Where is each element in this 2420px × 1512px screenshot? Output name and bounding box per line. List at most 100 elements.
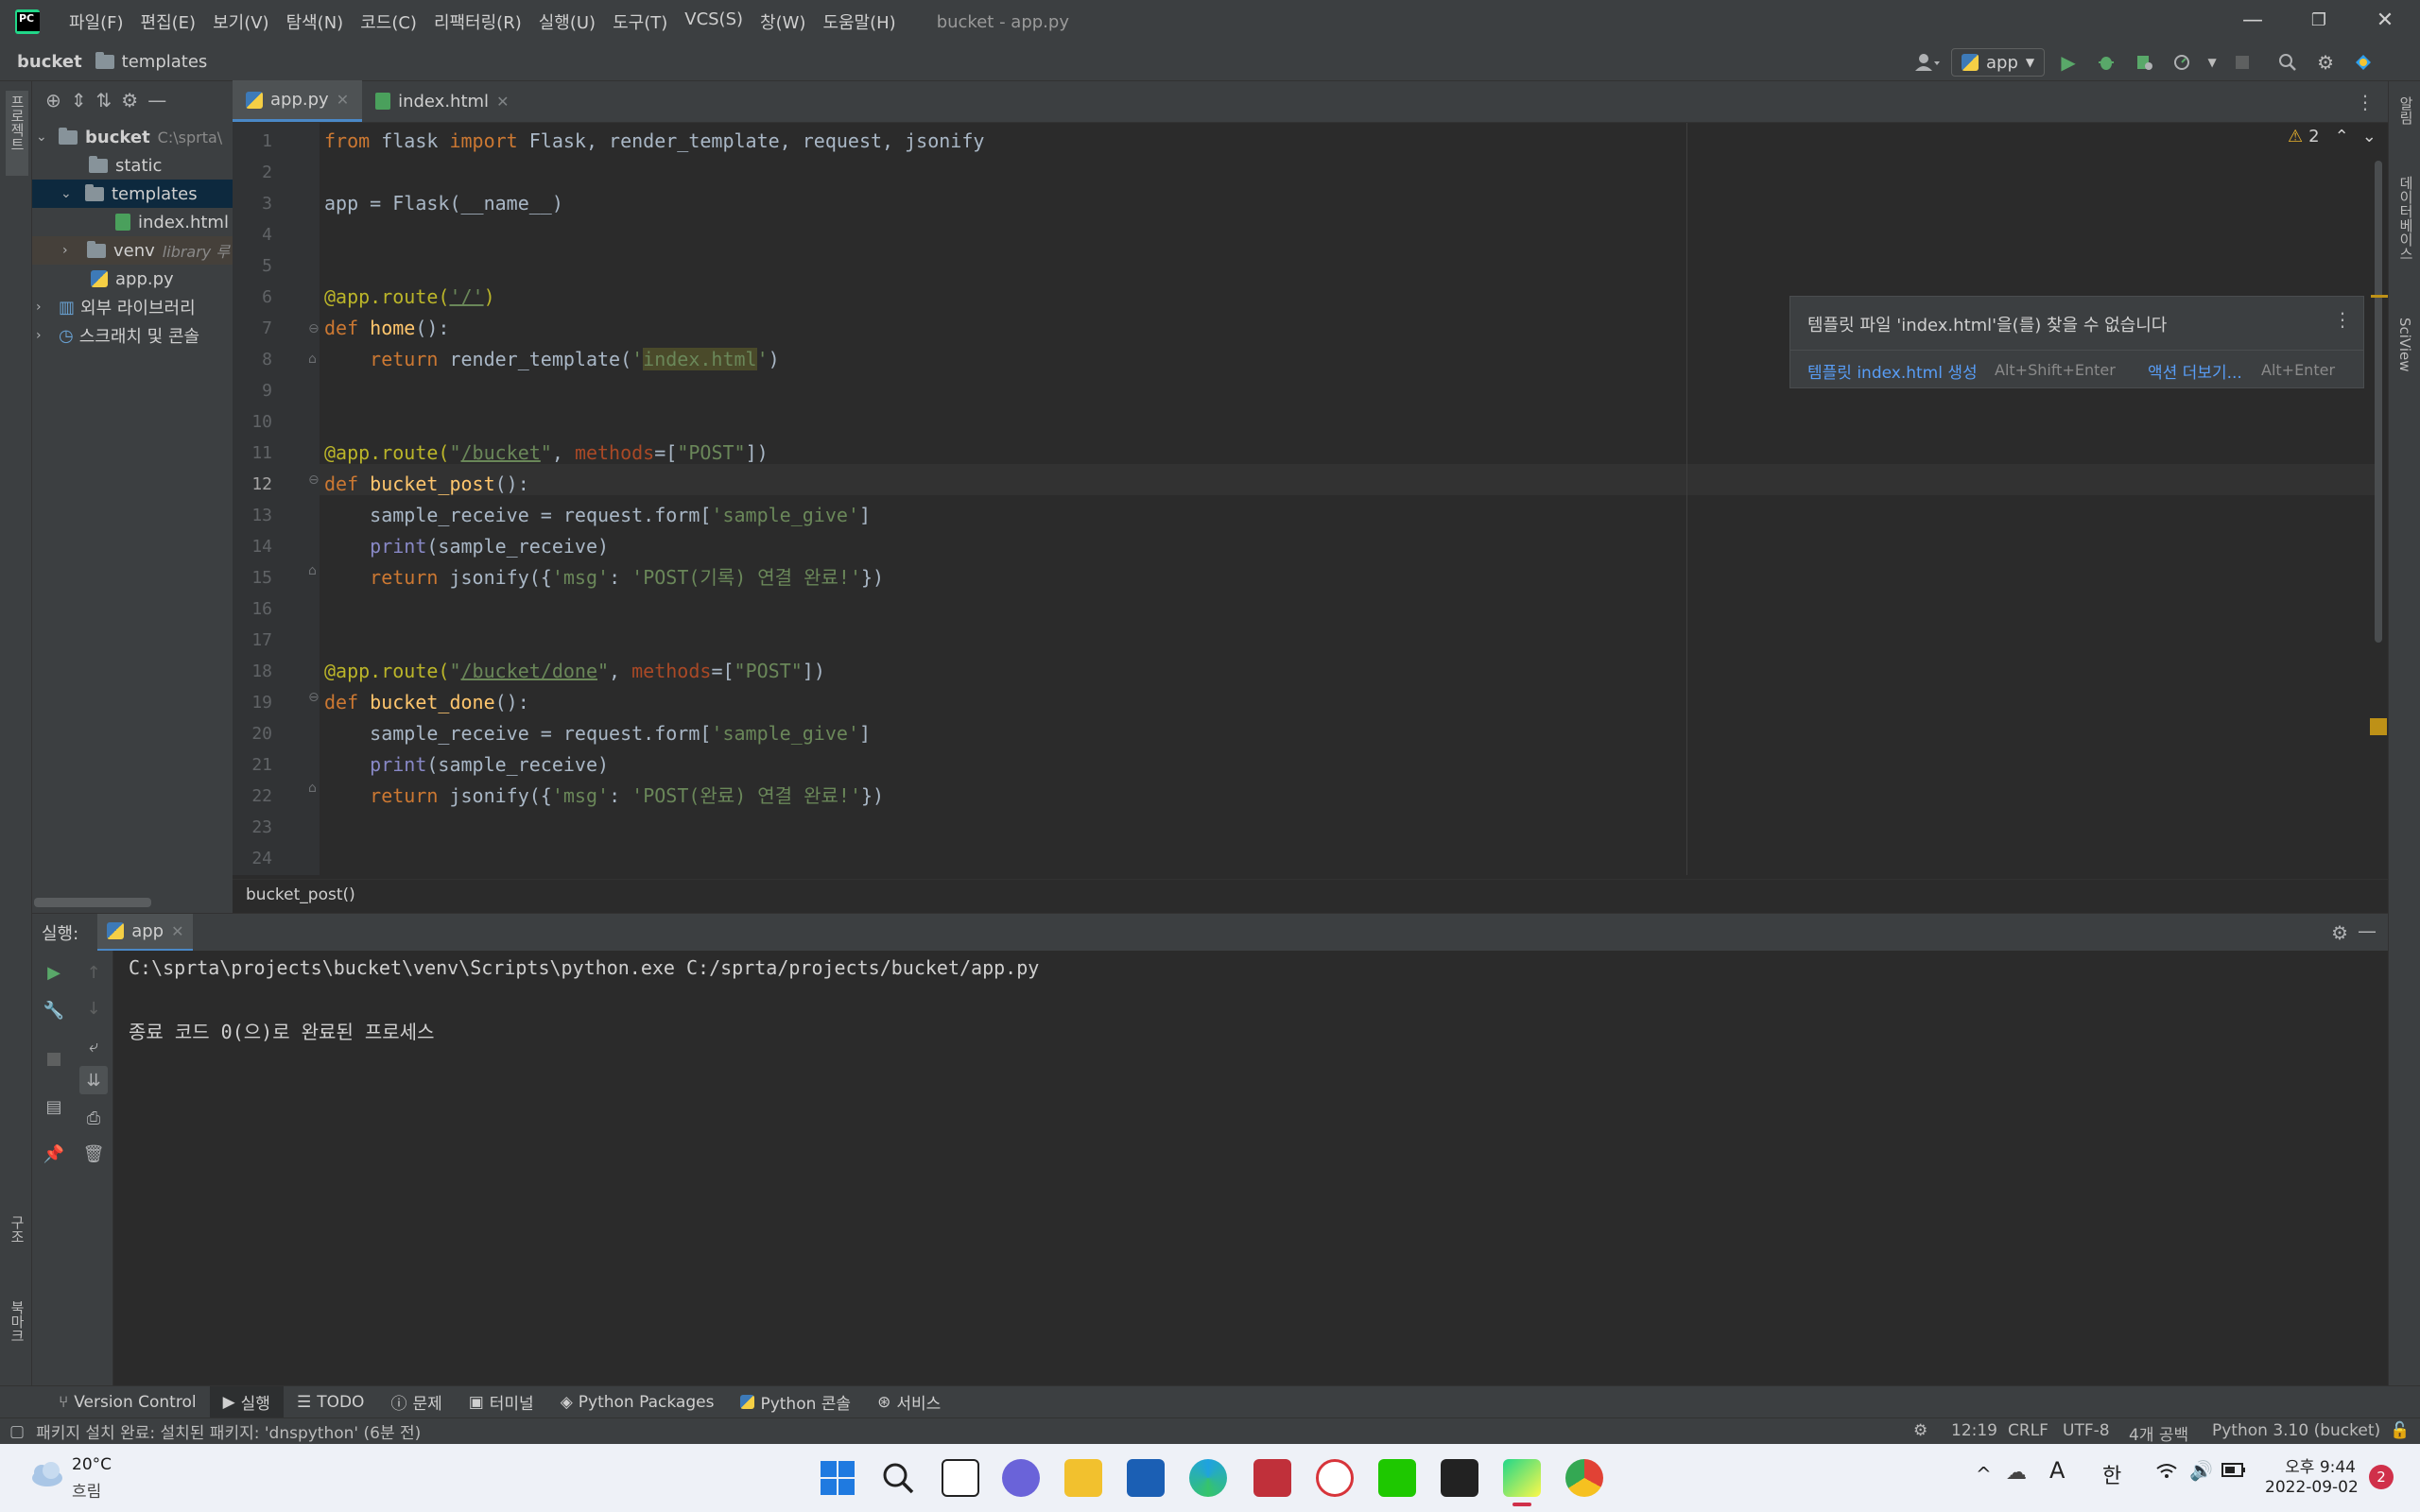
volume-icon[interactable]: 🔊 — [2189, 1459, 2213, 1482]
fold-marker-icon[interactable]: ⊖ — [308, 690, 320, 705]
tree-item-bucket[interactable]: ⌄ bucket C:\sprta\ — [36, 123, 233, 151]
git-settings-icon[interactable]: ⚙ — [1913, 1421, 1927, 1440]
run-config-selector[interactable]: app ▼ — [1951, 48, 2046, 77]
tab-app-py[interactable]: app.py ✕ — [233, 80, 363, 122]
tab-terminal[interactable]: ▣ 터미널 — [456, 1386, 547, 1418]
more-tabs-icon[interactable]: ⋮ — [2356, 91, 2375, 113]
tab-todo[interactable]: ☰ TODO — [284, 1386, 378, 1418]
tab-python-console[interactable]: Python 콘솔 — [727, 1386, 864, 1418]
status-message[interactable]: 패키지 설치 완료: 설치된 패키지: 'dnspython' (6분 전) — [36, 1419, 421, 1443]
lock-icon[interactable]: 🔓 — [2390, 1421, 2410, 1440]
gear-icon[interactable]: ⚙ — [2311, 48, 2340, 77]
python-interpreter[interactable]: Python 3.10 (bucket) — [2212, 1421, 2380, 1440]
unresolved-reference[interactable]: index.html — [643, 348, 757, 370]
close-icon[interactable]: ✕ — [171, 922, 183, 940]
tree-item-static[interactable]: static — [89, 151, 162, 180]
toggle-tool-windows-icon[interactable]: ▢ — [9, 1422, 25, 1441]
line-separator[interactable]: CRLF — [2008, 1421, 2048, 1440]
menu-file[interactable]: 파일(F) — [60, 9, 132, 34]
font-icon[interactable]: A — [2049, 1457, 2065, 1484]
sync-app-icon[interactable] — [1316, 1459, 1354, 1497]
coverage-icon[interactable] — [2130, 48, 2158, 77]
weather-temperature[interactable]: 20°C — [72, 1455, 112, 1474]
clock-time[interactable]: 오후 9:44 — [2280, 1453, 2356, 1477]
tree-item-venv[interactable]: › venv library 루 — [32, 236, 233, 265]
more-options-icon[interactable]: ⋮ — [2333, 308, 2352, 331]
breadcrumb-function[interactable]: bucket_post() — [246, 885, 355, 904]
pin-icon[interactable]: 📌 — [40, 1140, 68, 1168]
horizontal-scrollbar[interactable] — [34, 898, 151, 907]
tab-services[interactable]: ⊛ 서비스 — [864, 1386, 954, 1418]
indent-setting[interactable]: 4개 공백 — [2129, 1421, 2188, 1445]
menu-navigate[interactable]: 탐색(N) — [278, 9, 353, 34]
chevron-up-icon[interactable]: ^ — [1976, 1463, 1992, 1486]
fold-marker-icon[interactable]: ⌂ — [308, 352, 317, 367]
scroll-to-end-icon[interactable]: ⇊ — [79, 1066, 108, 1094]
tab-index-html[interactable]: index.html ✕ — [362, 80, 522, 122]
sciview-tool-button[interactable]: SciView — [2396, 318, 2413, 372]
gear-icon[interactable]: ⚙ — [2331, 921, 2348, 944]
menu-tools[interactable]: 도구(T) — [604, 9, 676, 34]
tab-run[interactable]: ▶ 실행 — [209, 1385, 284, 1418]
fold-marker-icon[interactable]: ⊖ — [308, 321, 320, 336]
ime-indicator[interactable]: 한 — [2102, 1459, 2121, 1489]
vertical-scrollbar[interactable] — [2375, 161, 2382, 643]
minimize-button[interactable]: — — [2221, 0, 2284, 43]
run-icon[interactable]: ▶ — [2054, 48, 2083, 77]
error-stripe-marker[interactable] — [2371, 295, 2388, 298]
menu-help[interactable]: 도움말(H) — [814, 9, 904, 34]
print-icon[interactable]: ⎙ — [79, 1104, 108, 1132]
hide-panel-icon[interactable]: — — [2358, 919, 2377, 942]
soft-wrap-icon[interactable]: ⤶ — [79, 1032, 108, 1060]
tab-problems[interactable]: ⓘ 문제 — [377, 1386, 455, 1418]
inspection-widget[interactable]: ⚠ 2 ⌃ ⌄ — [2288, 127, 2377, 146]
naver-icon[interactable] — [1378, 1459, 1416, 1497]
menu-code[interactable]: 코드(C) — [352, 9, 425, 34]
fold-marker-icon[interactable]: ⌂ — [308, 781, 317, 796]
tree-item-app-py[interactable]: app.py — [91, 265, 174, 293]
menu-refactor[interactable]: 리팩터링(R) — [425, 9, 530, 34]
chrome-icon[interactable] — [1565, 1459, 1603, 1497]
windows-start-icon[interactable] — [819, 1459, 856, 1497]
sticky-notes-icon[interactable] — [1441, 1459, 1478, 1497]
breadcrumb-project[interactable]: bucket — [17, 52, 82, 72]
arrow-up-icon[interactable]: ↑ — [79, 958, 108, 987]
notification-badge[interactable]: 2 — [2369, 1465, 2394, 1489]
fold-marker-icon[interactable]: ⊖ — [308, 472, 320, 488]
menu-window[interactable]: 창(W) — [752, 9, 814, 34]
profile-icon[interactable] — [2168, 48, 2196, 77]
structure-tool-button[interactable]: 구조 — [8, 1215, 27, 1244]
close-icon[interactable]: ✕ — [496, 93, 509, 111]
trash-icon[interactable]: 🗑 — [79, 1140, 108, 1168]
chevron-down-icon[interactable]: ⌄ — [2362, 127, 2377, 146]
code-lines[interactable]: from flask import Flask, render_template… — [324, 126, 1667, 874]
wifi-icon[interactable] — [2155, 1461, 2178, 1485]
collapse-all-icon[interactable]: ⇅ — [96, 89, 112, 112]
clock-date[interactable]: 2022-09-02 — [2265, 1478, 2359, 1497]
notifications-tool-button[interactable]: 알림 — [2396, 96, 2416, 125]
menu-view[interactable]: 보기(V) — [204, 9, 277, 34]
bookmarks-tool-button[interactable]: 북마크 — [8, 1300, 27, 1343]
weather-condition[interactable]: 흐림 — [72, 1478, 101, 1502]
search-icon[interactable] — [879, 1459, 917, 1497]
search-icon[interactable] — [2273, 48, 2302, 77]
stop-icon[interactable] — [40, 1045, 68, 1074]
chevron-up-icon[interactable]: ⌃ — [2335, 127, 2349, 146]
close-icon[interactable]: ✕ — [337, 91, 349, 109]
debug-icon[interactable] — [2092, 48, 2120, 77]
wrench-icon[interactable]: 🔧 — [40, 996, 68, 1024]
tab-version-control[interactable]: ⑂ Version Control — [45, 1386, 210, 1418]
create-template-action[interactable]: 템플릿 index.html 생성 — [1807, 359, 1978, 383]
error-stripe-marker[interactable] — [2370, 718, 2387, 735]
user-icon[interactable] — [1913, 48, 1942, 77]
onedrive-icon[interactable]: ☁ — [2006, 1461, 2027, 1485]
project-tool-button[interactable]: 프로젝트 — [8, 94, 27, 151]
fold-marker-icon[interactable]: ⌂ — [308, 563, 317, 578]
tree-item-index-html[interactable]: index.html — [115, 208, 229, 236]
expand-all-icon[interactable]: ⇕ — [71, 89, 87, 112]
rerun-icon[interactable]: ▶ — [40, 958, 68, 987]
pycharm-taskbar-icon[interactable] — [1503, 1459, 1541, 1497]
breadcrumb-folder[interactable]: templates — [122, 52, 208, 72]
task-view-icon[interactable] — [942, 1459, 979, 1497]
tree-item-external-libraries[interactable]: › ▥ 외부 라이브러리 — [36, 293, 196, 321]
